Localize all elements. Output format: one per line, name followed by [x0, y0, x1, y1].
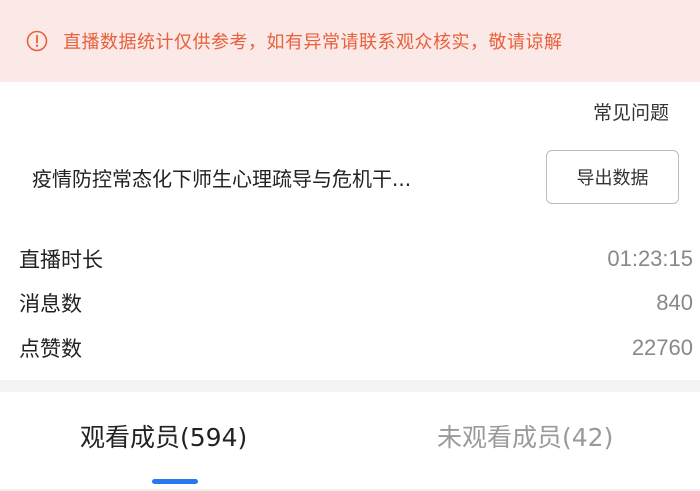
- stat-label: 直播时长: [19, 248, 103, 272]
- stat-row-duration: 直播时长 01:23:15: [19, 241, 693, 277]
- stat-label: 点赞数: [19, 337, 82, 361]
- stat-value: 840: [656, 290, 693, 315]
- notice-banner: 直播数据统计仅供参考，如有异常请联系观众核实，敬请谅解: [0, 0, 700, 82]
- stat-value: 22760: [631, 335, 693, 360]
- stat-row-messages: 消息数 840: [19, 285, 693, 321]
- stat-label: 消息数: [19, 292, 82, 316]
- tab-unwatched-members[interactable]: 未观看成员(42): [437, 418, 613, 454]
- course-title: 疫情防控常态化下师生心理疏导与危机干...: [32, 167, 412, 191]
- export-data-button[interactable]: 导出数据: [546, 150, 679, 204]
- notice-text: 直播数据统计仅供参考，如有异常请联系观众核实，敬请谅解: [63, 32, 563, 53]
- warning-circle-icon: [26, 30, 48, 52]
- faq-link[interactable]: 常见问题: [593, 98, 669, 125]
- active-tab-indicator: [152, 479, 198, 484]
- tab-watched-members[interactable]: 观看成员(594): [80, 418, 247, 454]
- stat-value: 01:23:15: [607, 246, 693, 271]
- stat-row-likes: 点赞数 22760: [19, 330, 693, 366]
- section-divider: [0, 380, 700, 392]
